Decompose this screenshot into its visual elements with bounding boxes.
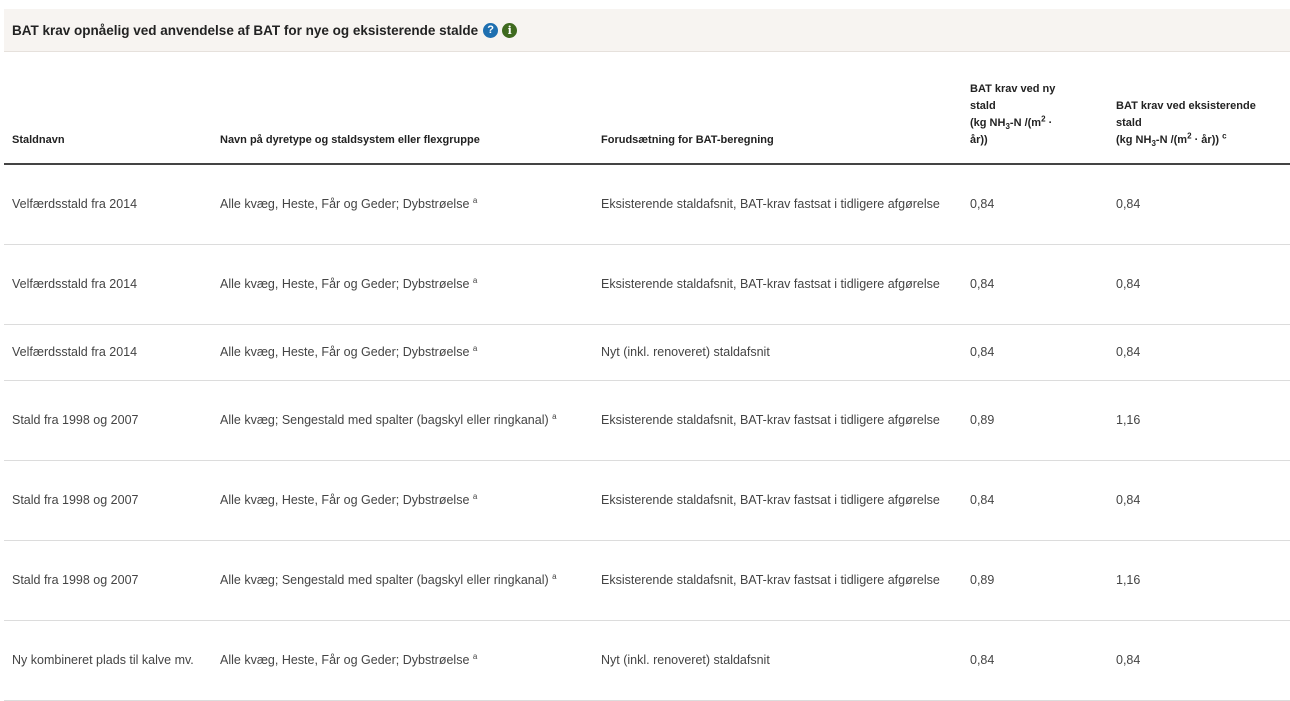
cell-forudsaetning: Eksisterende staldafsnit, BAT-krav fasts… <box>601 540 970 621</box>
cell-dyretype: Alle kvæg, Heste, Får og Geder; Dybstrøe… <box>220 244 601 325</box>
cell-staldnavn: Stald fra 1998 og 2007 <box>4 540 220 621</box>
cell-dyretype: Alle kvæg; Sengestald med spalter (bagsk… <box>220 540 601 621</box>
header-bat-ny-line4: år)) <box>970 134 988 146</box>
cell-dyretype-text: Alle kvæg, Heste, Får og Geder; Dybstrøe… <box>220 197 470 212</box>
cell-bat-ny: 0,84 <box>970 164 1116 245</box>
header-bat-ny-unit-b: -N /(m <box>1009 117 1042 129</box>
header-bat-eks-line2: stald <box>1116 117 1142 129</box>
info-icon[interactable]: i <box>502 22 518 38</box>
table-row[interactable]: Stald fra 1998 og 2007 Alle kvæg, Heste,… <box>4 460 1290 541</box>
header-bat-ny-line1: BAT krav ved ny <box>970 83 1056 95</box>
footnote-a: a <box>552 411 557 421</box>
footnote-a: a <box>472 491 478 501</box>
cell-staldnavn: Stald fra 1998 og 2007 <box>4 460 220 541</box>
cell-dyretype-text: Alle kvæg; Sengestald med spalter (bagsk… <box>220 413 549 427</box>
cell-dyretype-text: Alle kvæg, Heste, Får og Geder; Dybstrøe… <box>220 277 470 291</box>
cell-staldnavn: Ny kombineret plads til kalve mv. <box>4 620 220 701</box>
table-row[interactable]: Stald fra 1998 og 2007 Alle kvæg; Senges… <box>4 380 1290 461</box>
header-dyretype[interactable]: Navn på dyretype og staldsystem eller fl… <box>220 52 601 165</box>
cell-bat-eksisterende: 1,16 <box>1116 380 1290 461</box>
header-bat-eks-unit-a: (kg NH <box>1116 134 1152 146</box>
cell-dyretype-text: Alle kvæg, Heste, Får og Geder; Dybstrøe… <box>220 653 470 667</box>
cell-dyretype: Alle kvæg, Heste, Får og Geder; Dybstrøe… <box>220 324 601 381</box>
cell-bat-eksisterende: 0,84 <box>1116 620 1290 701</box>
cell-staldnavn: Velfærdsstald fra 2014 <box>4 324 220 381</box>
table-header-row: Staldnavn Navn på dyretype og staldsyste… <box>4 52 1290 165</box>
footnote-a: a <box>552 571 557 581</box>
header-bat-eks-unit-c: · år)) <box>1191 134 1220 146</box>
table-row[interactable]: Velfærdsstald fra 2014 Alle kvæg, Heste,… <box>4 244 1290 325</box>
header-bat-ny-unit-a: (kg NH <box>970 117 1006 129</box>
header-bat-ny-unit-c: · <box>1045 117 1053 129</box>
panel-title: BAT krav opnåelig ved anvendelse af BAT … <box>12 22 479 38</box>
table-row[interactable]: Velfærdsstald fra 2014 Alle kvæg, Heste,… <box>4 324 1290 381</box>
cell-bat-ny: 0,84 <box>970 620 1116 701</box>
cell-bat-ny: 0,84 <box>970 324 1116 381</box>
cell-bat-ny: 0,84 <box>970 244 1116 325</box>
cell-dyretype: Alle kvæg, Heste, Får og Geder; Dybstrøe… <box>220 620 601 701</box>
cell-dyretype: Alle kvæg, Heste, Får og Geder; Dybstrøe… <box>220 460 601 541</box>
cell-staldnavn: Velfærdsstald fra 2014 <box>4 164 220 245</box>
header-staldnavn[interactable]: Staldnavn <box>4 52 220 165</box>
header-bat-eks-line1: BAT krav ved eksisterende <box>1116 100 1256 112</box>
cell-bat-eksisterende: 1,16 <box>1116 540 1290 621</box>
footnote-a: a <box>472 343 478 353</box>
help-icon[interactable]: ? <box>483 22 499 38</box>
footnote-a: a <box>472 196 478 206</box>
cell-dyretype: Alle kvæg, Heste, Får og Geder; Dybstrøe… <box>220 164 601 245</box>
cell-bat-ny: 0,89 <box>970 380 1116 461</box>
bat-panel: BAT krav opnåelig ved anvendelse af BAT … <box>4 9 1290 701</box>
cell-forudsaetning: Eksisterende staldafsnit, BAT-krav fasts… <box>601 380 970 461</box>
cell-forudsaetning: Nyt (inkl. renoveret) staldafsnit <box>601 324 970 381</box>
cell-staldnavn: Velfærdsstald fra 2014 <box>4 244 220 325</box>
table-row[interactable]: Ny kombineret plads til kalve mv. Alle k… <box>4 620 1290 701</box>
cell-bat-ny: 0,89 <box>970 540 1116 621</box>
cell-dyretype-text: Alle kvæg, Heste, Får og Geder; Dybstrøe… <box>220 493 470 507</box>
panel-header: BAT krav opnåelig ved anvendelse af BAT … <box>4 9 1290 52</box>
cell-forudsaetning: Eksisterende staldafsnit, BAT-krav fasts… <box>601 164 970 245</box>
cell-dyretype: Alle kvæg; Sengestald med spalter (bagsk… <box>220 380 601 461</box>
header-bat-eksisterende[interactable]: BAT krav ved eksisterende stald (kg NH3-… <box>1116 52 1290 165</box>
header-bat-ny-line2: stald <box>970 100 996 112</box>
header-bat-ny[interactable]: BAT krav ved ny stald (kg NH3-N /(m2 · å… <box>970 52 1116 165</box>
header-bat-eks-note: c <box>1222 131 1227 141</box>
cell-bat-eksisterende: 0,84 <box>1116 244 1290 325</box>
cell-staldnavn: Stald fra 1998 og 2007 <box>4 380 220 461</box>
header-bat-eks-unit-b: -N /(m <box>1155 134 1188 146</box>
cell-dyretype-text: Alle kvæg; Sengestald med spalter (bagsk… <box>220 573 549 587</box>
bat-table: Staldnavn Navn på dyretype og staldsyste… <box>4 52 1290 701</box>
cell-forudsaetning: Eksisterende staldafsnit, BAT-krav fasts… <box>601 460 970 541</box>
cell-forudsaetning: Nyt (inkl. renoveret) staldafsnit <box>601 620 970 701</box>
cell-bat-eksisterende: 0,84 <box>1116 460 1290 541</box>
cell-dyretype-text: Alle kvæg, Heste, Får og Geder; Dybstrøe… <box>220 345 470 359</box>
table-row[interactable]: Velfærdsstald fra 2014 Alle kvæg, Heste,… <box>4 164 1290 245</box>
footnote-a: a <box>472 275 478 285</box>
table-row[interactable]: Stald fra 1998 og 2007 Alle kvæg; Senges… <box>4 540 1290 621</box>
cell-bat-eksisterende: 0,84 <box>1116 324 1290 381</box>
cell-bat-eksisterende: 0,84 <box>1116 164 1290 245</box>
cell-bat-ny: 0,84 <box>970 460 1116 541</box>
footnote-a: a <box>472 651 478 661</box>
header-forudsaetning[interactable]: Forudsætning for BAT-beregning <box>601 52 970 165</box>
cell-forudsaetning: Eksisterende staldafsnit, BAT-krav fasts… <box>601 244 970 325</box>
